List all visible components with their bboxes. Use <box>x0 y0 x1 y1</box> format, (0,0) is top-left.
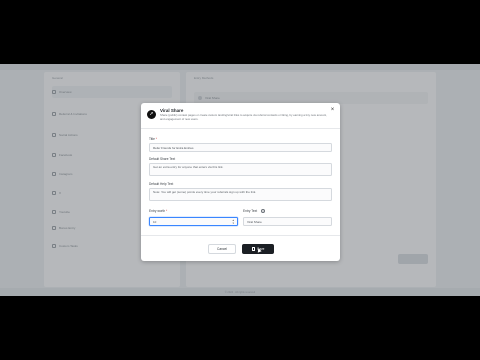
title-label: Title * <box>149 137 157 141</box>
cancel-button[interactable]: Cancel <box>208 244 236 254</box>
modal-footer: Cancel Save <box>141 235 340 261</box>
entry-text-label: Entry Text i <box>243 209 266 214</box>
chevron-down-icon[interactable]: ▼ <box>232 222 235 225</box>
default-help-text-label: Default Help Text <box>149 182 174 186</box>
entry-worth-label: Entry worth * <box>149 209 167 213</box>
title-input[interactable]: Refer Friends for Extra Entries <box>149 143 332 152</box>
entry-text-input[interactable]: Viral Share <box>243 217 332 226</box>
default-share-text-input[interactable]: Get an extra entry for anyone that enter… <box>149 163 332 176</box>
modal-header: ➚ Viral Share Share (public) contest pag… <box>141 103 340 129</box>
modal-description: Share (public) contest pages or create c… <box>160 113 327 121</box>
default-help-text-input[interactable]: Note: You will get (some) points every t… <box>149 188 332 201</box>
close-icon[interactable]: × <box>329 107 336 114</box>
required-marker: * <box>166 209 168 213</box>
required-marker: * <box>155 137 158 141</box>
title-label-text: Title <box>149 137 155 141</box>
rocket-icon: ➚ <box>147 110 156 119</box>
viral-share-modal: ➚ Viral Share Share (public) contest pag… <box>141 103 340 261</box>
entry-worth-label-text: Entry worth <box>149 209 166 213</box>
quantity-stepper[interactable]: ▲ ▼ <box>232 219 235 225</box>
entry-text-label-text: Entry Text <box>243 209 258 213</box>
entry-worth-value: 10 <box>153 219 157 224</box>
info-icon[interactable]: i <box>261 209 266 214</box>
default-share-text-label: Default Share Text <box>149 157 176 161</box>
entry-worth-input[interactable]: 10 ▲ ▼ <box>149 217 238 226</box>
save-icon <box>251 247 256 251</box>
